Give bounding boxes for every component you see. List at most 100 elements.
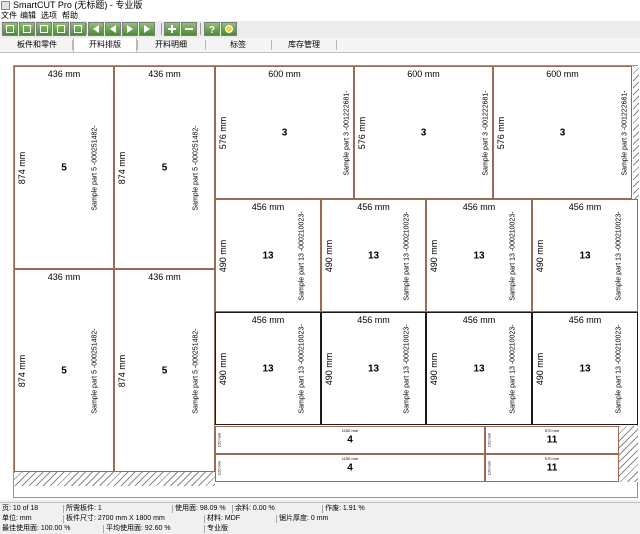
part-width-label: 570 mm bbox=[544, 428, 560, 433]
part-name-label: Sample part 3 -001222681- bbox=[482, 89, 490, 176]
cut-part[interactable]: 570 mm 120 mm 11 bbox=[485, 426, 619, 454]
cut-part[interactable]: 436 mm 874 mm 5 Sample part 5 -000251482- bbox=[114, 66, 215, 269]
cut-part[interactable]: 1150 mm 120 mm 4 bbox=[215, 454, 485, 482]
zoom-out-button[interactable] bbox=[181, 22, 197, 36]
cut-part[interactable]: 436 mm 874 mm 5 Sample part 5 -000251482- bbox=[114, 269, 215, 472]
next-page-button[interactable] bbox=[122, 22, 138, 36]
toolbar-separator bbox=[86, 23, 87, 35]
menu-help[interactable]: 帮助 bbox=[62, 11, 78, 21]
status-divider bbox=[63, 505, 64, 513]
tab-boards-parts[interactable]: 板件和零件 bbox=[4, 38, 70, 52]
toolbar: ? bbox=[0, 21, 640, 39]
tab-cutting-details[interactable]: 开料明细 bbox=[140, 38, 202, 52]
cut-part[interactable]: 456 mm 490 mm 13 Sample part 13 -000210023- bbox=[215, 312, 321, 425]
cut-part[interactable]: 600 mm 576 mm 3 Sample part 3 -001222681- bbox=[354, 66, 493, 199]
tab-labels[interactable]: 标签 bbox=[208, 38, 268, 52]
part-number: 13 bbox=[262, 363, 274, 374]
part-height-label: 120 mm bbox=[216, 460, 222, 476]
tab-inventory[interactable]: 库存管理 bbox=[274, 38, 334, 52]
first-page-button[interactable] bbox=[88, 22, 104, 36]
part-number: 5 bbox=[61, 365, 67, 376]
status-material: 材料: MDF bbox=[207, 515, 241, 522]
part-width-label: 1150 mm bbox=[341, 428, 359, 433]
toolbar-separator bbox=[200, 23, 201, 35]
menu-file[interactable]: 文件 bbox=[1, 11, 17, 21]
print-button[interactable] bbox=[53, 22, 69, 36]
open-button[interactable] bbox=[19, 22, 35, 36]
status-best-usage: 最佳使用面: 100.00 % bbox=[2, 525, 71, 532]
help-button[interactable]: ? bbox=[204, 22, 220, 36]
part-height-label: 490 mm bbox=[324, 239, 334, 272]
tab-separator bbox=[205, 40, 206, 50]
last-page-button[interactable] bbox=[139, 22, 155, 36]
part-name-label: Sample part 13 -000210023- bbox=[298, 323, 306, 414]
cut-part[interactable]: 456 mm 490 mm 13 Sample part 13 -000210023- bbox=[532, 312, 638, 425]
cut-part[interactable]: 600 mm 576 mm 3 Sample part 3 -001222681- bbox=[215, 66, 354, 199]
cut-part[interactable]: 436 mm 874 mm 5 Sample part 5 -000251482- bbox=[14, 269, 114, 472]
part-width-label: 436 mm bbox=[148, 272, 181, 282]
menu-options[interactable]: 选项 bbox=[41, 11, 57, 21]
cut-part[interactable]: 1150 mm 120 mm 4 bbox=[215, 426, 485, 454]
part-height-label: 490 mm bbox=[429, 239, 439, 272]
status-unit: 单位: mm bbox=[2, 515, 32, 522]
menu-edit[interactable]: 编辑 bbox=[20, 11, 36, 21]
cut-part[interactable]: 456 mm 490 mm 13 Sample part 13 -000210023- bbox=[321, 312, 426, 425]
settings-button[interactable] bbox=[221, 22, 237, 36]
part-name-label: Sample part 5 -000251482- bbox=[91, 327, 99, 414]
part-width-label: 600 mm bbox=[268, 69, 301, 79]
part-height-label: 120 mm bbox=[486, 460, 492, 476]
part-height-label: 576 mm bbox=[218, 116, 228, 149]
cut-part[interactable]: 600 mm 576 mm 3 Sample part 3 -001222681- bbox=[493, 66, 632, 199]
svg-text:?: ? bbox=[209, 25, 215, 34]
cut-part[interactable]: 570 mm 120 mm 11 bbox=[485, 454, 619, 482]
part-number: 13 bbox=[473, 363, 485, 374]
status-divider bbox=[276, 515, 277, 523]
status-edition: 专业版 bbox=[207, 525, 228, 532]
part-name-label: Sample part 13 -000210023- bbox=[615, 210, 623, 301]
optimize-button[interactable] bbox=[70, 22, 86, 36]
status-bar: 页: 10 of 18 所需板件: 1 使用面: 98.09 % 余料: 0.0… bbox=[0, 502, 640, 533]
part-height-label: 874 mm bbox=[117, 151, 127, 184]
tab-separator bbox=[271, 40, 272, 50]
cut-part[interactable]: 436 mm 874 mm 5 Sample part 5 -000251482- bbox=[14, 66, 114, 269]
part-width-label: 600 mm bbox=[546, 69, 579, 79]
part-number: 11 bbox=[546, 434, 558, 446]
tab-bar: 板件和零件 开料排版 开料明细 标签 库存管理 bbox=[0, 38, 640, 53]
cut-part[interactable]: 456 mm 490 mm 13 Sample part 13 -000210023- bbox=[532, 199, 638, 312]
part-number: 5 bbox=[61, 162, 67, 173]
part-width-label: 1150 mm bbox=[341, 456, 359, 461]
cut-part[interactable]: 456 mm 490 mm 13 Sample part 13 -000210023- bbox=[215, 199, 321, 312]
status-divider bbox=[322, 505, 323, 513]
part-name-label: Sample part 5 -000251482- bbox=[192, 327, 200, 414]
part-number: 13 bbox=[579, 363, 591, 374]
cut-part[interactable]: 456 mm 490 mm 13 Sample part 13 -000210023- bbox=[426, 312, 532, 425]
tab-cutting-layout[interactable]: 开料排版 bbox=[73, 38, 137, 52]
status-board-size: 板件尺寸: 2700 mm X 1800 mm bbox=[66, 515, 165, 522]
app-icon bbox=[1, 1, 10, 10]
status-waste: 作废: 1.91 % bbox=[325, 505, 365, 512]
part-name-label: Sample part 13 -000210023- bbox=[615, 323, 623, 414]
part-name-label: Sample part 13 -000210023- bbox=[509, 323, 517, 414]
part-name-label: Sample part 5 -000251482- bbox=[192, 124, 200, 211]
part-number: 13 bbox=[367, 363, 380, 374]
cut-part[interactable]: 456 mm 490 mm 13 Sample part 13 -000210023- bbox=[321, 199, 426, 312]
part-number: 3 bbox=[559, 127, 566, 138]
part-number: 3 bbox=[420, 127, 427, 138]
part-height-label: 490 mm bbox=[535, 239, 545, 272]
new-button[interactable] bbox=[2, 22, 18, 36]
title-bar: SmartCUT Pro (无标题) - 专业版 bbox=[0, 0, 640, 11]
part-number: 13 bbox=[262, 250, 274, 261]
prev-page-button[interactable] bbox=[105, 22, 121, 36]
save-button[interactable] bbox=[36, 22, 52, 36]
zoom-in-button[interactable] bbox=[164, 22, 180, 36]
part-name-label: Sample part 3 -001222681- bbox=[343, 89, 351, 176]
layout-canvas: 436 mm 874 mm 5 Sample part 5 -000251482- 43… bbox=[0, 53, 640, 500]
part-number: 4 bbox=[347, 462, 353, 474]
part-height-label: 120 mm bbox=[486, 432, 492, 448]
part-height-label: 490 mm bbox=[429, 352, 439, 385]
cut-part[interactable]: 456 mm 490 mm 13 Sample part 13 -000210023- bbox=[426, 199, 532, 312]
part-height-label: 576 mm bbox=[496, 116, 506, 149]
part-name-label: Sample part 13 -000210023- bbox=[403, 210, 411, 301]
part-height-label: 874 mm bbox=[117, 354, 127, 387]
part-number: 4 bbox=[347, 434, 353, 446]
